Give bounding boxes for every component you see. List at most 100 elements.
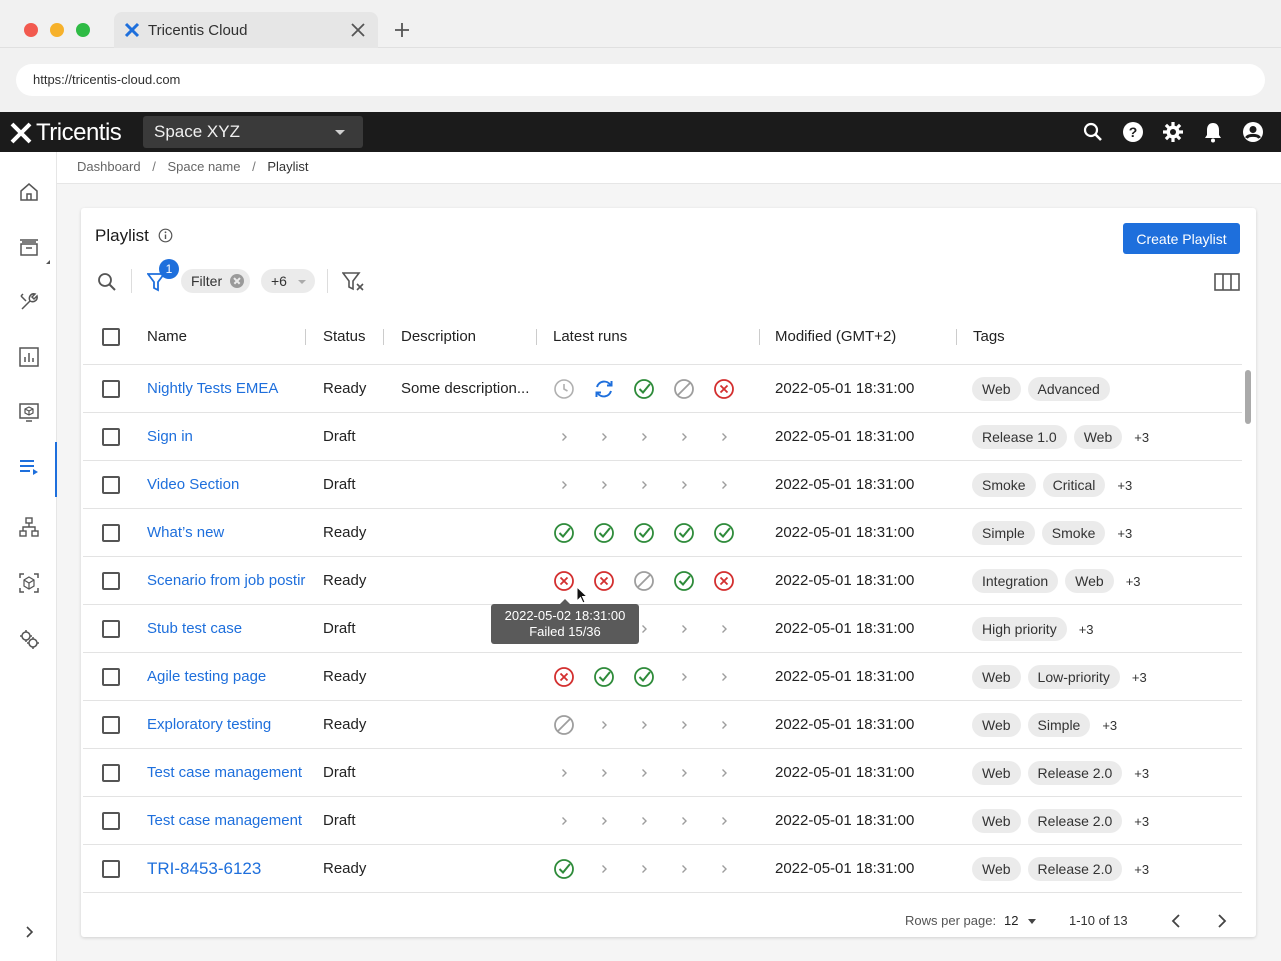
playlist-name-link[interactable]: Sign in bbox=[147, 413, 307, 461]
more-tags-count[interactable]: +3 bbox=[1117, 526, 1132, 541]
playlist-name-link[interactable]: Scenario from job postir bbox=[147, 557, 307, 605]
more-tags-count[interactable]: +3 bbox=[1134, 814, 1149, 829]
rows-per-page-select[interactable]: 12 bbox=[1004, 913, 1037, 928]
tag-chip[interactable]: Release 2.0 bbox=[1027, 761, 1123, 785]
column-resizer[interactable] bbox=[956, 329, 957, 345]
tag-chip[interactable]: Low-priority bbox=[1027, 665, 1120, 689]
run-failed-x-icon[interactable] bbox=[553, 570, 575, 592]
row-checkbox[interactable] bbox=[102, 572, 120, 590]
row-checkbox[interactable] bbox=[102, 380, 120, 398]
more-tags-count[interactable]: +3 bbox=[1079, 622, 1094, 637]
run-passed-check-icon[interactable] bbox=[593, 522, 615, 544]
close-tab-icon[interactable] bbox=[348, 20, 368, 40]
run-passed-check-icon[interactable] bbox=[673, 570, 695, 592]
clear-filters-icon[interactable] bbox=[342, 271, 366, 293]
sidebar-expand-button[interactable] bbox=[0, 907, 57, 957]
sidebar-item-scan[interactable] bbox=[0, 558, 57, 608]
table-row[interactable]: Exploratory testing Ready 2022-05-01 18:31… bbox=[83, 701, 1242, 749]
column-resizer[interactable] bbox=[305, 329, 306, 345]
browser-tab[interactable]: Tricentis Cloud bbox=[114, 12, 378, 48]
row-checkbox[interactable] bbox=[102, 716, 120, 734]
playlist-name-link[interactable]: Stub test case bbox=[147, 605, 307, 653]
run-failed-x-icon[interactable] bbox=[713, 570, 735, 592]
tag-chip[interactable]: Simple bbox=[972, 521, 1035, 545]
column-header-name[interactable]: Name bbox=[147, 309, 187, 365]
column-resizer[interactable] bbox=[383, 329, 384, 345]
more-tags-count[interactable]: +3 bbox=[1117, 478, 1132, 493]
table-row[interactable]: Sign in Draft 2022-05-01 18:31:00 Release 1… bbox=[83, 413, 1242, 461]
vertical-scrollbar[interactable] bbox=[1245, 370, 1251, 424]
tricentis-logo[interactable]: Tricentis bbox=[10, 119, 122, 147]
run-passed-check-icon[interactable] bbox=[593, 666, 615, 688]
table-row[interactable]: Scenario from job postir Ready 2022-05-01 … bbox=[83, 557, 1242, 605]
space-selector[interactable]: Space XYZ bbox=[143, 116, 363, 148]
column-resizer[interactable] bbox=[759, 329, 760, 345]
sidebar-item-integrations[interactable] bbox=[0, 614, 57, 664]
tag-chip[interactable]: Release 2.0 bbox=[1027, 857, 1123, 881]
sidebar-item-home[interactable] bbox=[0, 167, 57, 217]
previous-page-icon[interactable] bbox=[1169, 913, 1183, 929]
run-passed-check-icon[interactable] bbox=[633, 666, 655, 688]
run-running-sync-icon[interactable] bbox=[593, 378, 615, 400]
playlist-name-link[interactable]: Test case management bbox=[147, 749, 307, 797]
run-failed-x-icon[interactable] bbox=[713, 378, 735, 400]
sidebar-item-archive[interactable] bbox=[0, 222, 57, 272]
row-checkbox[interactable] bbox=[102, 812, 120, 830]
table-row[interactable]: Nightly Tests EMEA Ready Some description.… bbox=[83, 365, 1242, 413]
table-row[interactable]: Agile testing page Ready 2022-05-01 18:31:… bbox=[83, 653, 1242, 701]
sidebar-item-tools[interactable] bbox=[0, 277, 57, 327]
tag-chip[interactable]: Web bbox=[1073, 425, 1123, 449]
run-passed-check-icon[interactable] bbox=[633, 378, 655, 400]
tag-chip[interactable]: Critical bbox=[1042, 473, 1106, 497]
address-bar[interactable]: https://tricentis-cloud.com bbox=[16, 64, 1265, 96]
table-row[interactable]: Test case management Draft 2022-05-01 18:3… bbox=[83, 749, 1242, 797]
sidebar-item-test-cases[interactable] bbox=[0, 387, 57, 437]
run-passed-check-icon[interactable] bbox=[673, 522, 695, 544]
more-filters-chip[interactable]: +6 bbox=[261, 269, 315, 293]
close-window-button[interactable] bbox=[24, 23, 38, 37]
tag-chip[interactable]: Web bbox=[1065, 569, 1114, 593]
info-icon[interactable] bbox=[158, 228, 173, 243]
columns-icon[interactable] bbox=[1214, 272, 1240, 292]
playlist-name-link[interactable]: Video Section bbox=[147, 461, 307, 509]
tag-chip[interactable]: Web bbox=[972, 665, 1021, 689]
table-row[interactable]: Video Section Draft 2022-05-01 18:31:00 Smo… bbox=[83, 461, 1242, 509]
breadcrumb-dashboard[interactable]: Dashboard bbox=[77, 159, 141, 174]
row-checkbox[interactable] bbox=[102, 764, 120, 782]
table-row[interactable]: TRI-8453-6123 Ready 2022-05-01 18:31:00 Web… bbox=[83, 845, 1242, 893]
column-resizer[interactable] bbox=[536, 329, 537, 345]
maximize-window-button[interactable] bbox=[76, 23, 90, 37]
row-checkbox[interactable] bbox=[102, 524, 120, 542]
settings-gear-icon[interactable] bbox=[1162, 121, 1184, 143]
sidebar-item-reports[interactable] bbox=[0, 332, 57, 382]
remove-filter-icon[interactable] bbox=[230, 274, 244, 288]
more-tags-count[interactable]: +3 bbox=[1132, 670, 1147, 685]
run-skipped-icon[interactable] bbox=[553, 714, 575, 736]
playlist-name-link[interactable]: TRI-8453-6123 bbox=[147, 845, 307, 893]
run-pending-clock-icon[interactable] bbox=[553, 378, 575, 400]
more-tags-count[interactable]: +3 bbox=[1102, 718, 1117, 733]
tag-chip[interactable]: High priority bbox=[972, 617, 1067, 641]
run-skipped-icon[interactable] bbox=[633, 570, 655, 592]
run-passed-check-icon[interactable] bbox=[633, 522, 655, 544]
more-tags-count[interactable]: +3 bbox=[1134, 430, 1149, 445]
tag-chip[interactable]: Smoke bbox=[1041, 521, 1106, 545]
table-row[interactable]: Test case management Draft 2022-05-01 18:3… bbox=[83, 797, 1242, 845]
run-passed-check-icon[interactable] bbox=[553, 522, 575, 544]
row-checkbox[interactable] bbox=[102, 668, 120, 686]
account-avatar-icon[interactable] bbox=[1242, 121, 1264, 143]
playlist-name-link[interactable]: Agile testing page bbox=[147, 653, 307, 701]
column-header-tags[interactable]: Tags bbox=[973, 309, 1005, 365]
playlist-name-link[interactable]: Exploratory testing bbox=[147, 701, 307, 749]
search-icon[interactable] bbox=[1082, 121, 1104, 143]
help-icon[interactable]: ? bbox=[1122, 121, 1144, 143]
tag-chip[interactable]: Web bbox=[972, 809, 1021, 833]
tag-chip[interactable]: Web bbox=[972, 377, 1021, 401]
table-search-icon[interactable] bbox=[97, 272, 117, 292]
table-row[interactable]: What’s new Ready 2022-05-01 18:31:00 Simple… bbox=[83, 509, 1242, 557]
notifications-bell-icon[interactable] bbox=[1202, 121, 1224, 143]
row-checkbox[interactable] bbox=[102, 620, 120, 638]
run-failed-x-icon[interactable] bbox=[553, 666, 575, 688]
tag-chip[interactable]: Simple bbox=[1027, 713, 1091, 737]
next-page-icon[interactable] bbox=[1215, 913, 1229, 929]
